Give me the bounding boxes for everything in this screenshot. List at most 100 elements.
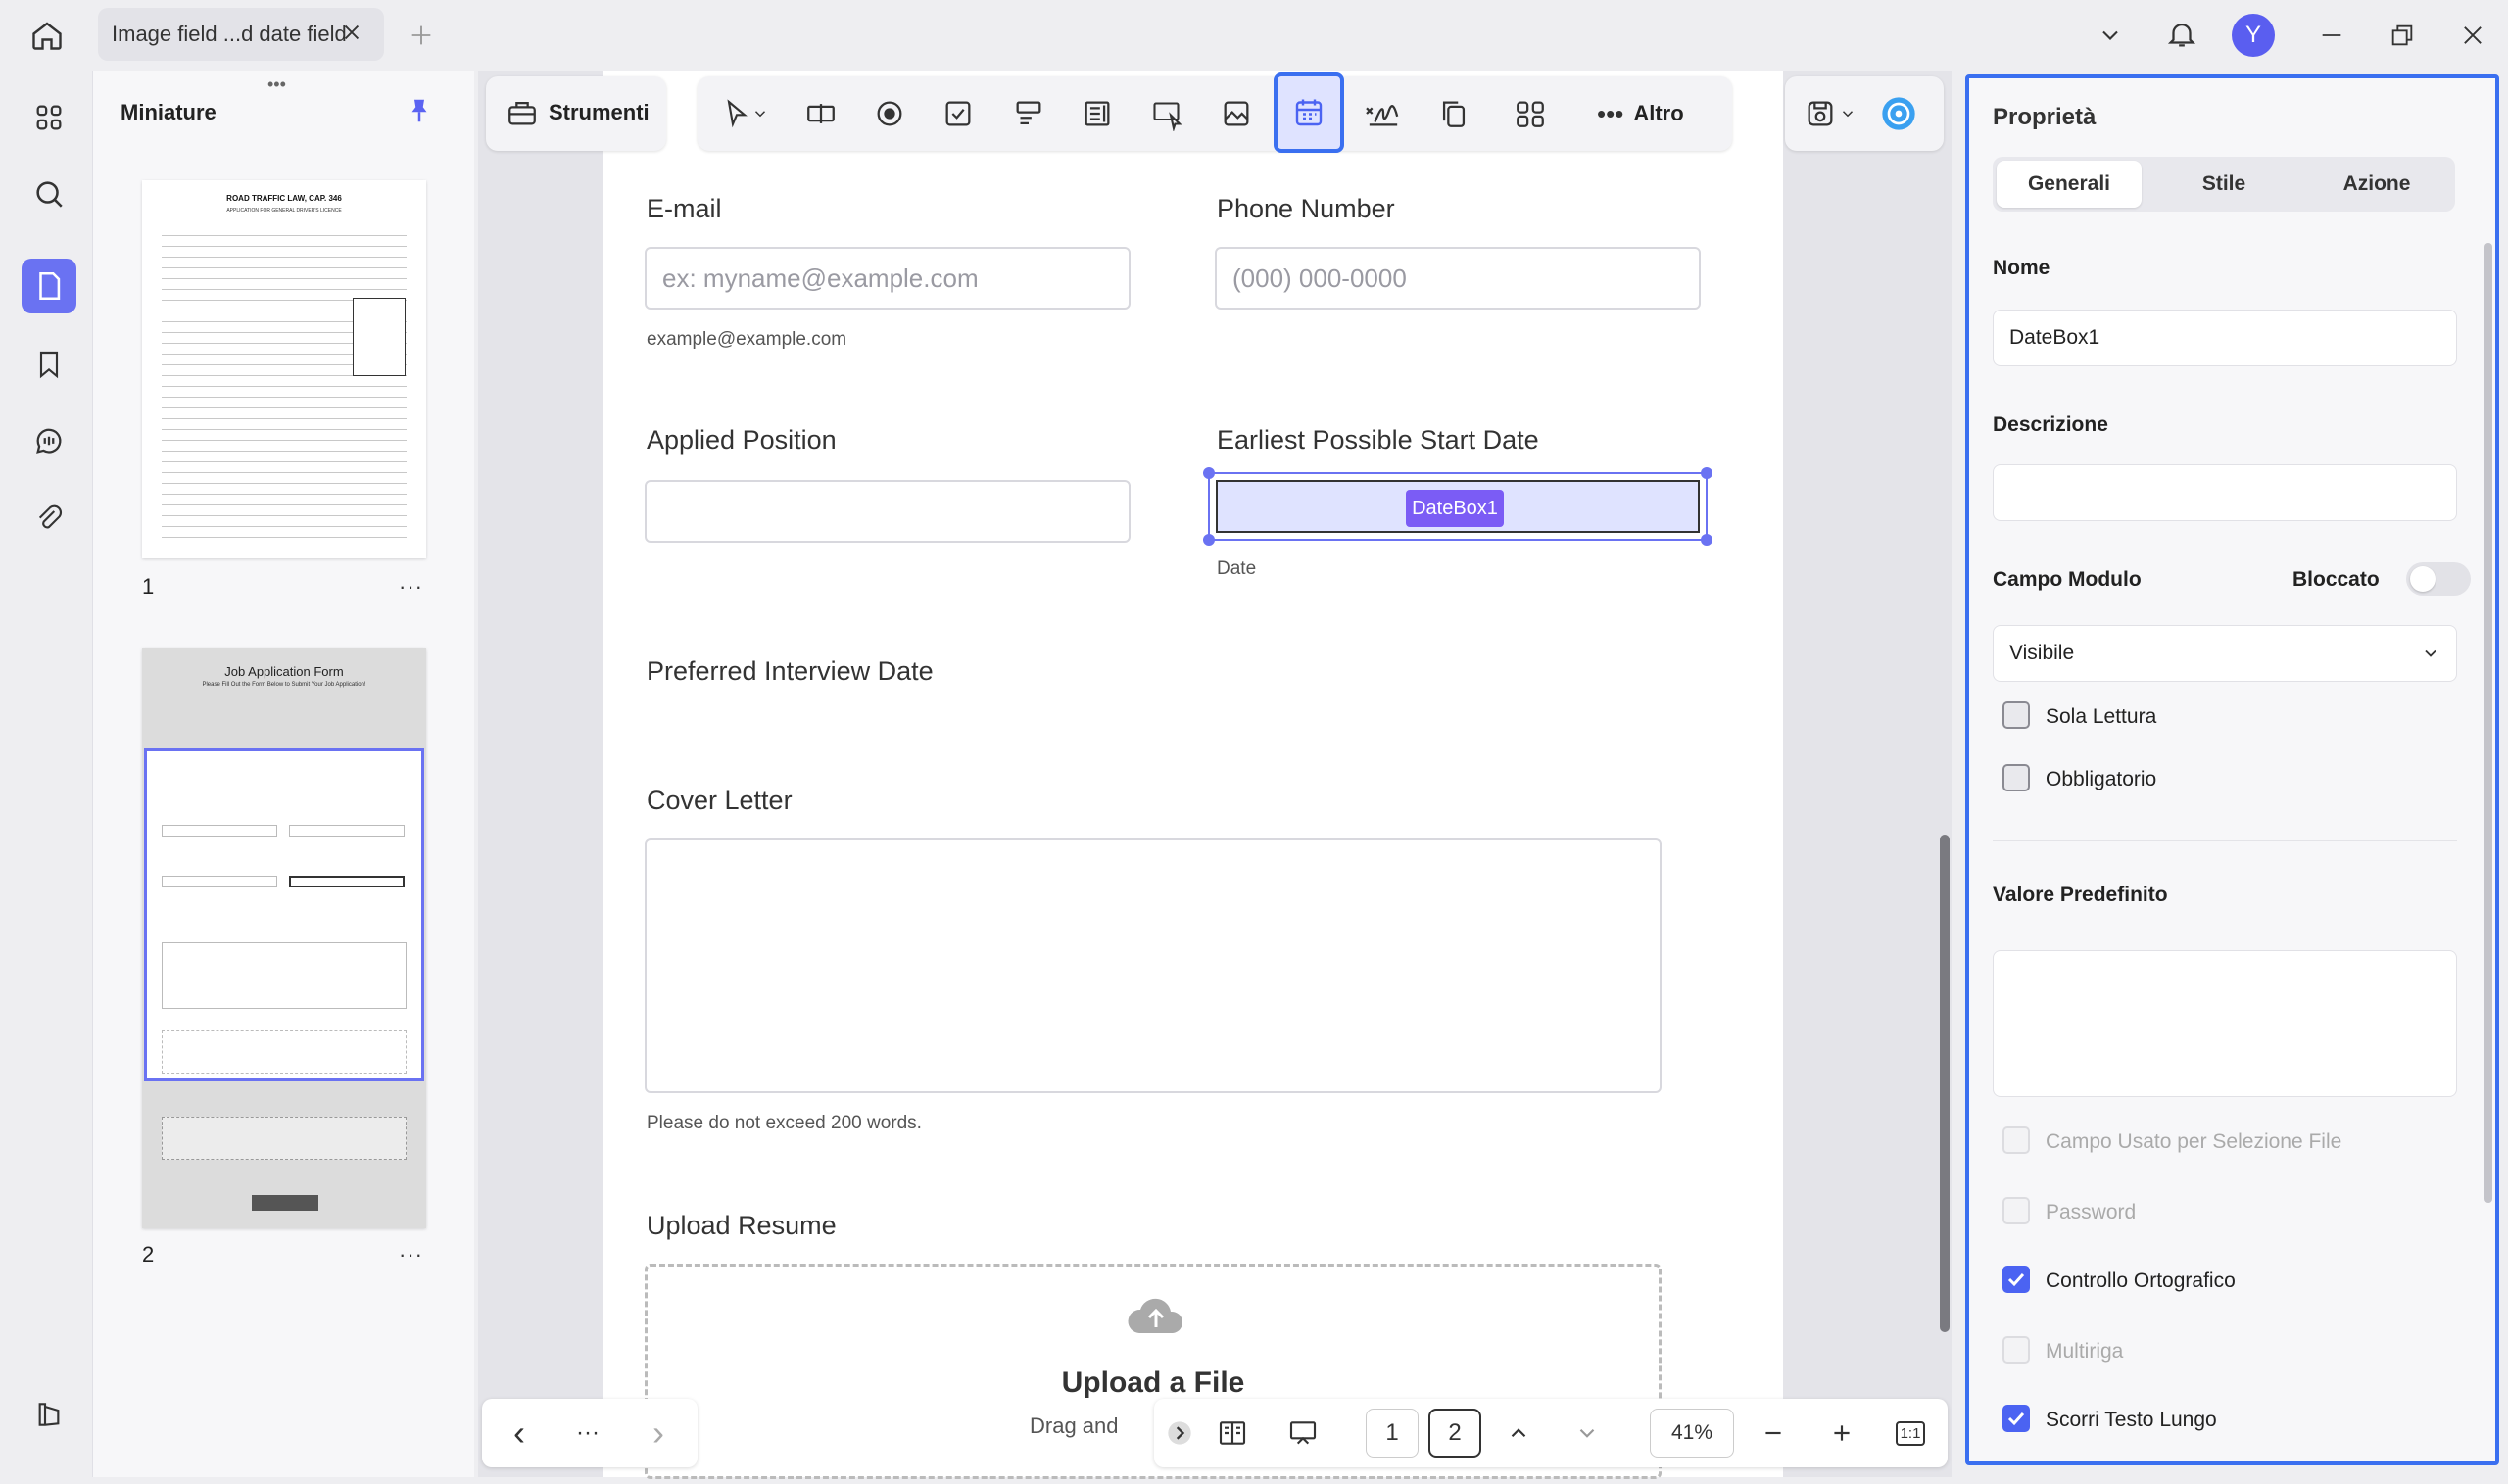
tab-azione[interactable]: Azione (2304, 161, 2449, 208)
thumbnail-heading: Job Application Form (224, 664, 344, 679)
phone-field[interactable]: (000) 000-0000 (1215, 247, 1701, 310)
checkbox-icon[interactable] (939, 94, 978, 133)
combo-box-icon[interactable] (1009, 94, 1048, 133)
save-icon[interactable] (1801, 94, 1840, 133)
description-label: Descrizione (1993, 413, 2108, 436)
date-field-button[interactable] (1274, 72, 1344, 153)
copy-icon[interactable] (1434, 94, 1473, 133)
grid-icon[interactable] (22, 90, 76, 145)
page-thumbnail-2[interactable]: Job Application Form Please Fill Out the… (142, 648, 426, 1228)
list-box-icon[interactable] (1078, 94, 1117, 133)
document-tab[interactable]: Image field ...d date field (98, 8, 384, 61)
button-field-icon[interactable] (1148, 94, 1187, 133)
interview-date-label: Preferred Interview Date (647, 656, 934, 686)
panel-icon[interactable] (22, 1387, 76, 1442)
actual-size-button[interactable]: 1:1 (1891, 1409, 1930, 1458)
drag-handle[interactable]: ••• (267, 74, 286, 95)
zoom-in-icon[interactable] (1822, 1409, 1861, 1458)
actual-size-label: 1:1 (1895, 1420, 1926, 1446)
vertical-scrollbar[interactable] (1940, 835, 1950, 1332)
page-up-icon[interactable] (1497, 1409, 1540, 1458)
required-checkbox[interactable] (2002, 764, 2030, 791)
document-page: E-mail ex: myname@example.com example@ex… (603, 71, 1783, 1479)
signature-icon[interactable] (1364, 94, 1403, 133)
required-label: Obbligatorio (2046, 768, 2157, 790)
resize-handle[interactable] (1203, 467, 1215, 479)
resize-handle[interactable] (1203, 534, 1215, 546)
minimize-icon[interactable] (2318, 22, 2345, 49)
file-select-checkbox[interactable] (2002, 1126, 2030, 1154)
multiline-checkbox[interactable] (2002, 1336, 2030, 1364)
prev-button[interactable]: ‹ (500, 1409, 539, 1458)
description-field[interactable] (1993, 464, 2457, 521)
zoom-out-icon[interactable] (1754, 1409, 1793, 1458)
resize-handle[interactable] (1701, 467, 1712, 479)
pin-icon[interactable] (405, 96, 434, 125)
left-sidebar (8, 71, 90, 1477)
more-tools-button[interactable]: ••• Altro (1597, 94, 1684, 133)
chevron-down-icon[interactable] (1836, 94, 1859, 133)
tab-stile[interactable]: Stile (2151, 161, 2296, 208)
readonly-label: Sola Lettura (2046, 705, 2157, 728)
password-checkbox[interactable] (2002, 1197, 2030, 1224)
save-group (1785, 76, 1944, 151)
title-bar: Image field ...d date field Y (0, 0, 2508, 71)
readonly-checkbox[interactable] (2002, 701, 2030, 729)
page-thumbnail-1[interactable]: ROAD TRAFFIC LAW, CAP. 346 APPLICATION F… (142, 180, 426, 558)
image-field-icon[interactable] (1217, 94, 1256, 133)
attachment-icon[interactable] (22, 492, 76, 547)
expand-icon[interactable] (1162, 1409, 1197, 1458)
divider (1993, 840, 2457, 841)
home-icon[interactable] (29, 18, 65, 53)
chevron-down-icon[interactable] (748, 94, 772, 133)
upload-resume-label: Upload Resume (647, 1211, 837, 1240)
pages-icon[interactable] (22, 259, 76, 313)
bell-icon[interactable] (2165, 18, 2198, 51)
bookmark-icon[interactable] (22, 337, 76, 392)
page-1-button[interactable]: 1 (1366, 1409, 1419, 1458)
spell-check-checkbox[interactable] (2002, 1266, 2030, 1293)
tab-title: Image field ...d date field (112, 22, 347, 46)
tab-generali[interactable]: Generali (1997, 161, 2142, 208)
ai-assistant-icon[interactable] (1879, 94, 1918, 133)
avatar[interactable]: Y (2232, 14, 2275, 57)
page-2-more-button[interactable]: ··· (399, 1242, 423, 1268)
page-down-icon[interactable] (1566, 1409, 1609, 1458)
scroll-long-text-checkbox[interactable] (2002, 1405, 2030, 1432)
close-window-icon[interactable] (2459, 22, 2486, 49)
form-tools-group: ••• Altro (698, 72, 1732, 153)
radio-button-icon[interactable] (870, 94, 909, 133)
search-icon[interactable] (22, 167, 76, 221)
zoom-level[interactable]: 41% (1650, 1409, 1734, 1458)
locked-toggle[interactable] (2406, 562, 2471, 596)
new-tab-icon[interactable] (408, 22, 435, 49)
comment-icon[interactable] (22, 413, 76, 468)
toolbox-icon (506, 96, 539, 129)
close-tab-icon[interactable] (341, 22, 362, 43)
properties-tabs: Generali Stile Azione (1993, 157, 2455, 212)
tools-button[interactable]: Strumenti (486, 76, 666, 151)
datebox-selection[interactable]: DateBox1 (1203, 467, 1712, 546)
visibility-value: Visibile (2009, 642, 2075, 664)
name-field[interactable]: DateBox1 (1993, 310, 2457, 366)
thumbnails-title: Miniature (121, 100, 217, 124)
chevron-down-icon[interactable] (2097, 22, 2124, 49)
email-field[interactable]: ex: myname@example.com (645, 247, 1131, 310)
text-field-icon[interactable] (801, 94, 841, 133)
next-button[interactable]: › (639, 1409, 678, 1458)
page-2-button[interactable]: 2 (1428, 1409, 1481, 1458)
restore-icon[interactable] (2388, 22, 2416, 49)
applied-position-field[interactable] (645, 480, 1131, 543)
two-page-view-icon[interactable] (1213, 1409, 1252, 1458)
page-nav-left: ‹ ··· › (482, 1399, 698, 1467)
cover-letter-field[interactable] (645, 838, 1662, 1093)
visibility-select[interactable]: Visibile (1993, 625, 2457, 682)
resize-handle[interactable] (1701, 534, 1712, 546)
page-1-more-button[interactable]: ··· (399, 574, 423, 599)
layout-icon[interactable] (1511, 94, 1550, 133)
properties-scrollbar[interactable] (2484, 243, 2492, 1203)
presentation-icon[interactable] (1281, 1409, 1325, 1458)
more-button[interactable]: ··· (568, 1409, 607, 1458)
start-date-label: Earliest Possible Start Date (1217, 425, 1539, 455)
default-value-field[interactable] (1993, 950, 2457, 1097)
